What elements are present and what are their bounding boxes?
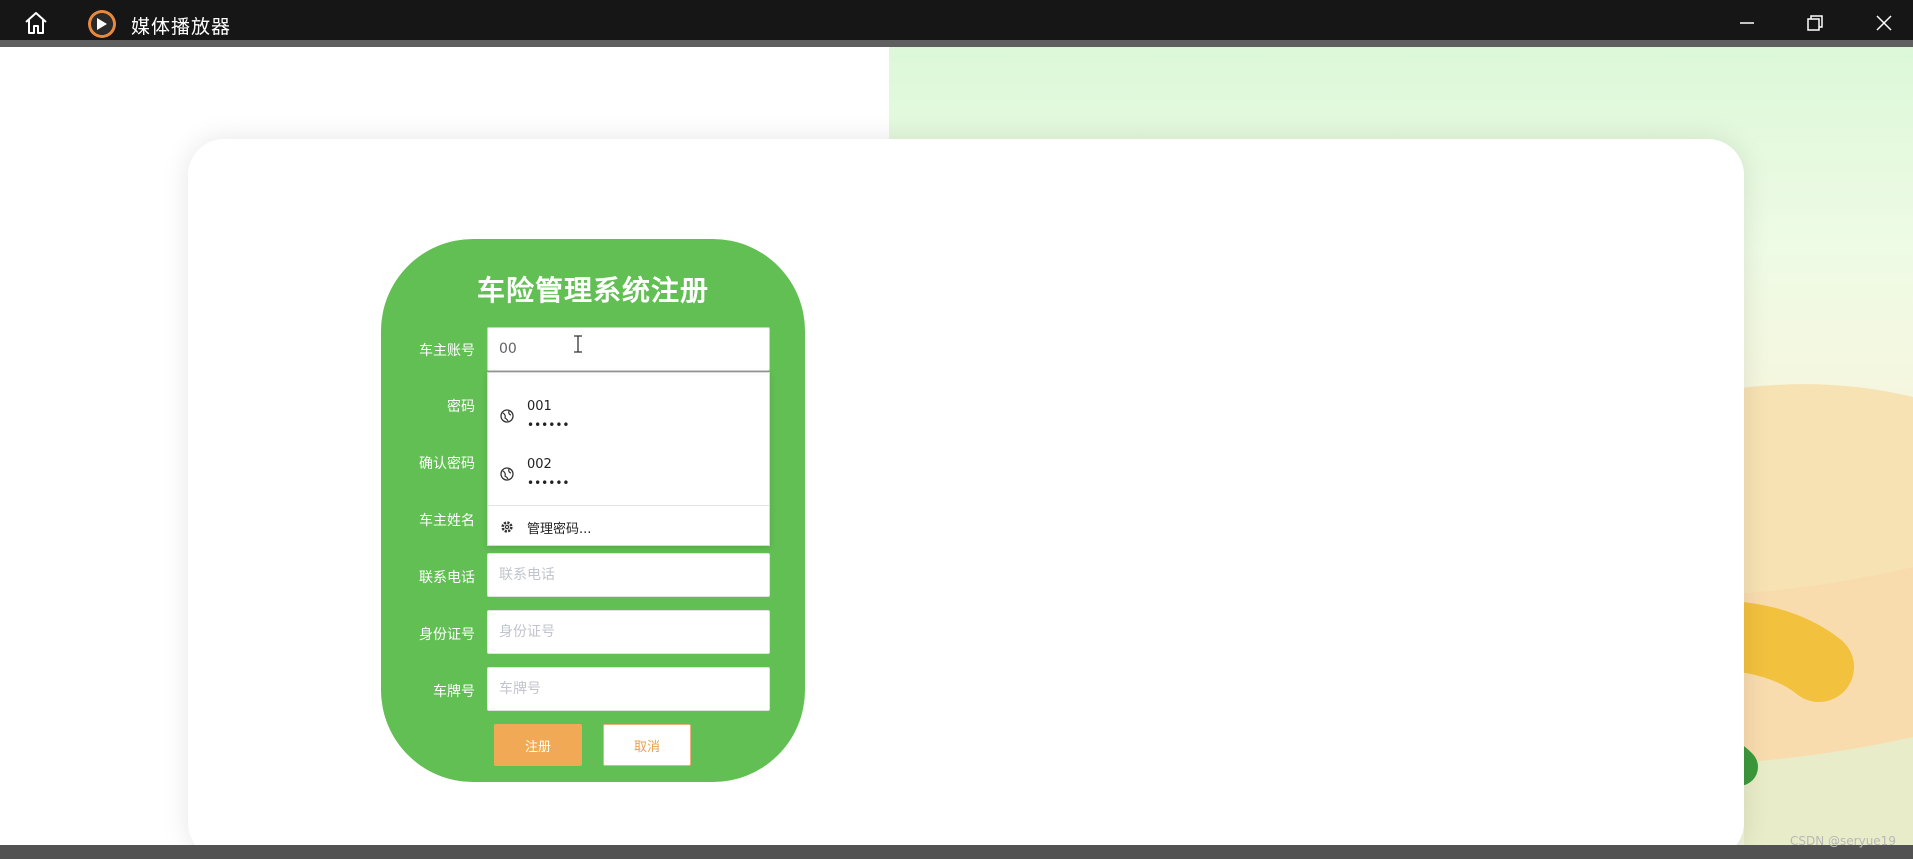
plate-number-input[interactable]	[487, 667, 770, 711]
title-bar-divider	[0, 40, 1913, 47]
window-title: 媒体播放器	[131, 16, 232, 38]
manage-passwords-item[interactable]: 管理密码...	[488, 506, 769, 546]
label-id-number: 身份证号	[419, 627, 475, 643]
label-confirm-password: 确认密码	[419, 456, 475, 472]
autocomplete-dropdown: 001 •••••• 002 •••••• 管理密码...	[487, 372, 770, 546]
id-number-input[interactable]	[487, 610, 770, 654]
autocomplete-username: 002	[527, 457, 552, 472]
gear-icon	[500, 519, 514, 533]
cancel-button[interactable]: 取消	[603, 724, 691, 766]
owner-account-input[interactable]	[487, 327, 770, 371]
label-phone: 联系电话	[419, 570, 475, 586]
restore-icon[interactable]	[1803, 11, 1827, 35]
autocomplete-password: ••••••	[527, 476, 570, 490]
register-button[interactable]: 注册	[494, 724, 582, 766]
label-plate-number: 车牌号	[433, 684, 475, 700]
label-owner-name: 车主姓名	[419, 513, 475, 529]
autocomplete-item[interactable]: 002 ••••••	[488, 439, 769, 497]
form-title: 车险管理系统注册	[476, 274, 709, 307]
play-circle-icon	[88, 10, 116, 38]
globe-icon	[500, 408, 514, 423]
watermark-text: CSDN @seryue19	[1790, 834, 1896, 848]
autocomplete-item[interactable]: 001 ••••••	[488, 381, 769, 439]
label-password: 密码	[447, 399, 475, 415]
title-bar	[0, 0, 1913, 40]
manage-passwords-label: 管理密码...	[527, 522, 592, 537]
card-overlay	[889, 139, 1744, 859]
text-cursor-icon	[572, 335, 584, 353]
phone-input[interactable]	[487, 553, 770, 597]
taskbar-strip	[0, 845, 1913, 859]
autocomplete-username: 001	[527, 399, 552, 414]
label-owner-account: 车主账号	[419, 343, 475, 359]
close-icon[interactable]	[1872, 11, 1896, 35]
minimize-icon[interactable]	[1735, 11, 1759, 35]
home-icon[interactable]	[22, 10, 50, 36]
globe-icon	[500, 466, 514, 481]
autocomplete-password: ••••••	[527, 418, 570, 432]
